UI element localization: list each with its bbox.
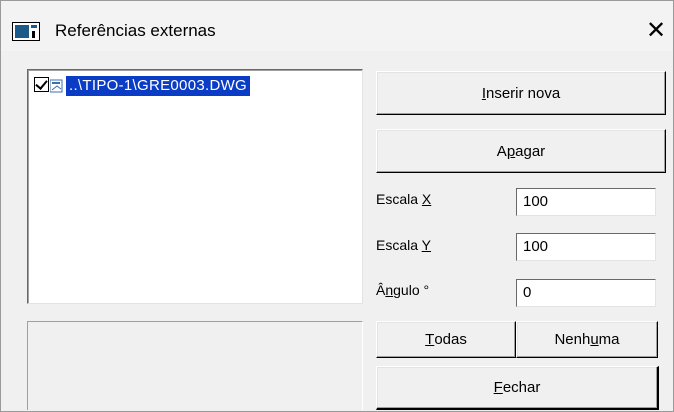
item-checkbox[interactable] bbox=[34, 77, 49, 92]
close-mnemonic: F bbox=[493, 379, 503, 396]
scale-y-label: Escala Y bbox=[376, 237, 431, 253]
angle-label: Ângulo ° bbox=[376, 282, 429, 298]
angle-field[interactable]: 0 bbox=[516, 279, 656, 307]
list-item[interactable]: ..\TIPO-1\GRE0003.DWG bbox=[34, 75, 251, 97]
window-title: Referências externas bbox=[55, 21, 216, 40]
scale-x-mnemonic: X bbox=[421, 191, 432, 207]
delete-label-pre: A bbox=[496, 142, 507, 160]
xref-dialog: Referências externas ✕ ..\TIPO-1\GRE0003… bbox=[0, 0, 674, 412]
none-mnemonic: u bbox=[590, 331, 599, 348]
none-label-pre: Nenh bbox=[554, 331, 591, 348]
select-all-button[interactable]: Todas bbox=[376, 321, 516, 358]
scale-x-label-pre: Escala bbox=[376, 191, 422, 207]
scale-x-label: Escala X bbox=[376, 191, 431, 207]
drawing-file-icon bbox=[49, 78, 66, 94]
close-label: echar bbox=[502, 379, 541, 396]
delete-button[interactable]: Ap agar bbox=[376, 129, 666, 173]
scale-x-field[interactable]: 100 bbox=[516, 188, 656, 216]
status-panel bbox=[27, 321, 363, 410]
all-mnemonic: T bbox=[425, 331, 435, 348]
delete-label: agar bbox=[515, 142, 546, 160]
close-button[interactable]: Fechar bbox=[376, 366, 659, 410]
angle-label-post: gulo ° bbox=[393, 282, 430, 298]
delete-mnemonic: p bbox=[506, 142, 516, 160]
item-label: ..\TIPO-1\GRE0003.DWG bbox=[66, 76, 251, 96]
scale-y-label-pre: Escala bbox=[376, 237, 422, 253]
angle-label-pre: Â bbox=[376, 282, 386, 298]
insert-new-button[interactable]: Inserir nova bbox=[376, 71, 666, 115]
select-none-button[interactable]: Nenh u ma bbox=[516, 321, 658, 358]
window-app-icon bbox=[12, 22, 40, 41]
angle-mnemonic: n bbox=[385, 282, 394, 298]
title-bar: Referências externas ✕ bbox=[1, 1, 673, 51]
scale-y-field[interactable]: 100 bbox=[516, 233, 656, 261]
close-icon[interactable]: ✕ bbox=[639, 13, 673, 47]
all-label: odas bbox=[434, 331, 467, 348]
insert-label: nserir nova bbox=[485, 84, 561, 102]
xref-list[interactable]: ..\TIPO-1\GRE0003.DWG bbox=[27, 69, 363, 304]
scale-y-mnemonic: Y bbox=[421, 237, 432, 253]
none-label: ma bbox=[598, 331, 620, 348]
